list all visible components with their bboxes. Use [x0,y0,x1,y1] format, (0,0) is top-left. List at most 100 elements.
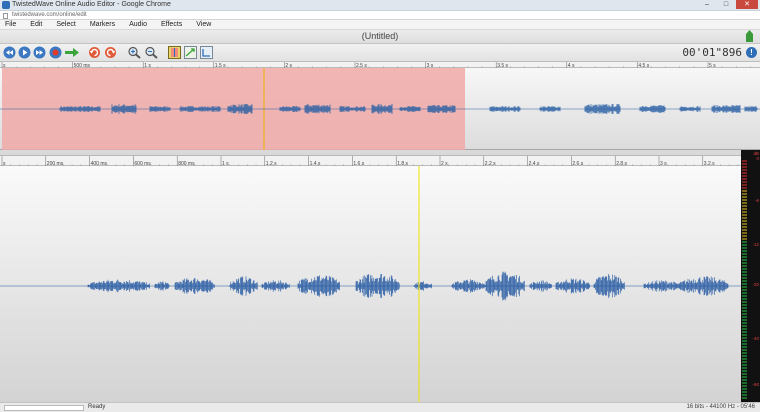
main-waveform-canvas[interactable] [0,166,741,402]
meter-segment [742,202,747,204]
document-bar: (Untitled) [0,30,760,44]
meter-segment [742,262,747,264]
url-text: twistedwave.com/online/edit [12,12,87,18]
meter-segment [742,169,747,171]
meter-segment [742,373,747,375]
play-icon[interactable] [18,46,31,59]
meter-segment [742,337,747,339]
menu-effects[interactable]: Effects [161,20,182,29]
meter-segment [742,196,747,198]
zoom-full-icon[interactable] [200,46,213,59]
meter-segment [742,382,747,384]
meter-segment [742,289,747,291]
level-meter: dB 0 -6 -12 -20 -40 -60 [741,150,760,402]
window-title: TwistedWave Online Audio Editor - Google… [12,1,171,8]
zoom-fit-icon[interactable] [184,46,197,59]
window-titlebar: TwistedWave Online Audio Editor - Google… [0,0,760,11]
meter-segment [742,361,747,363]
meter-segment [742,247,747,249]
zoom-in-icon[interactable] [127,46,142,59]
meter-segment [742,199,747,201]
menu-edit[interactable]: Edit [30,20,42,29]
meter-segment [742,274,747,276]
arrow-right-icon[interactable] [64,46,80,59]
main-ruler[interactable]: s 200 ms 400 ms 600 ms 800 ms 1 s 1.2 s 1.4 s 1.… [0,156,741,167]
meter-label: -40 [752,336,759,341]
meter-segment [742,220,747,222]
meter-segment [742,193,747,195]
meter-segment [742,301,747,303]
meter-segment [742,376,747,378]
meter-segment [742,265,747,267]
meter-segment [742,175,747,177]
zoom-selection-icon[interactable] [168,46,181,59]
meter-segment [742,229,747,231]
menu-file[interactable]: File [5,20,16,29]
main-waveform[interactable] [0,166,741,402]
maximize-button[interactable]: □ [717,0,735,9]
meter-segment [742,325,747,327]
menu-view[interactable]: View [196,20,211,29]
meter-segment [742,304,747,306]
redo-icon[interactable] [104,46,117,59]
meter-segment [742,343,747,345]
minimize-button[interactable]: – [698,0,716,9]
rewind-icon[interactable] [3,46,16,59]
meter-segment [742,355,747,357]
meter-segment [742,244,747,246]
page-icon [3,13,8,19]
menu-audio[interactable]: Audio [129,20,147,29]
meter-segment [742,253,747,255]
close-button[interactable]: ✕ [736,0,758,9]
meter-segment [742,250,747,252]
progress-bar [4,405,84,411]
document-title[interactable]: (Untitled) [0,31,760,41]
address-bar[interactable]: twistedwave.com/online/edit [0,11,760,20]
meter-segment [742,379,747,381]
meter-segment [742,331,747,333]
meter-segment [742,277,747,279]
meter-segment [742,349,747,351]
meter-segment [742,259,747,261]
meter-segment [742,235,747,237]
meter-segment [742,280,747,282]
meter-segment [742,394,747,396]
meter-segment [742,310,747,312]
meter-label: -12 [752,242,759,247]
meter-segment [742,232,747,234]
meter-segment [742,166,747,168]
meter-segment [742,181,747,183]
meter-segment [742,292,747,294]
meter-segment [742,241,747,243]
meter-segment [742,163,747,165]
meter-segment [742,226,747,228]
record-icon[interactable] [49,46,62,59]
menu-select[interactable]: Select [56,20,75,29]
meter-segment [742,358,747,360]
meter-label: -6 [755,198,759,203]
meter-segment [742,370,747,372]
format-info: 16 bits - 44100 Hz - 05'46 [686,404,755,410]
meter-segment [742,364,747,366]
expand-icon[interactable] [745,30,754,43]
meter-segment [742,307,747,309]
meter-segment [742,271,747,273]
meter-segment [742,283,747,285]
fast-forward-icon[interactable] [33,46,46,59]
overview-waveform-canvas[interactable] [0,68,760,150]
meter-segment [742,172,747,174]
meter-segment [742,352,747,354]
meter-segment [742,256,747,258]
meter-segment [742,346,747,348]
meter-segment [742,187,747,189]
meter-segment [742,286,747,288]
undo-icon[interactable] [88,46,101,59]
menu-bar: File Edit Select Markers Audio Effects V… [0,20,760,30]
overview-waveform[interactable] [0,68,760,150]
zoom-out-icon[interactable] [144,46,159,59]
help-icon[interactable]: ! [746,47,757,58]
meter-segment [742,391,747,393]
meter-segment [742,367,747,369]
meter-segment [742,160,747,162]
menu-markers[interactable]: Markers [90,20,115,29]
